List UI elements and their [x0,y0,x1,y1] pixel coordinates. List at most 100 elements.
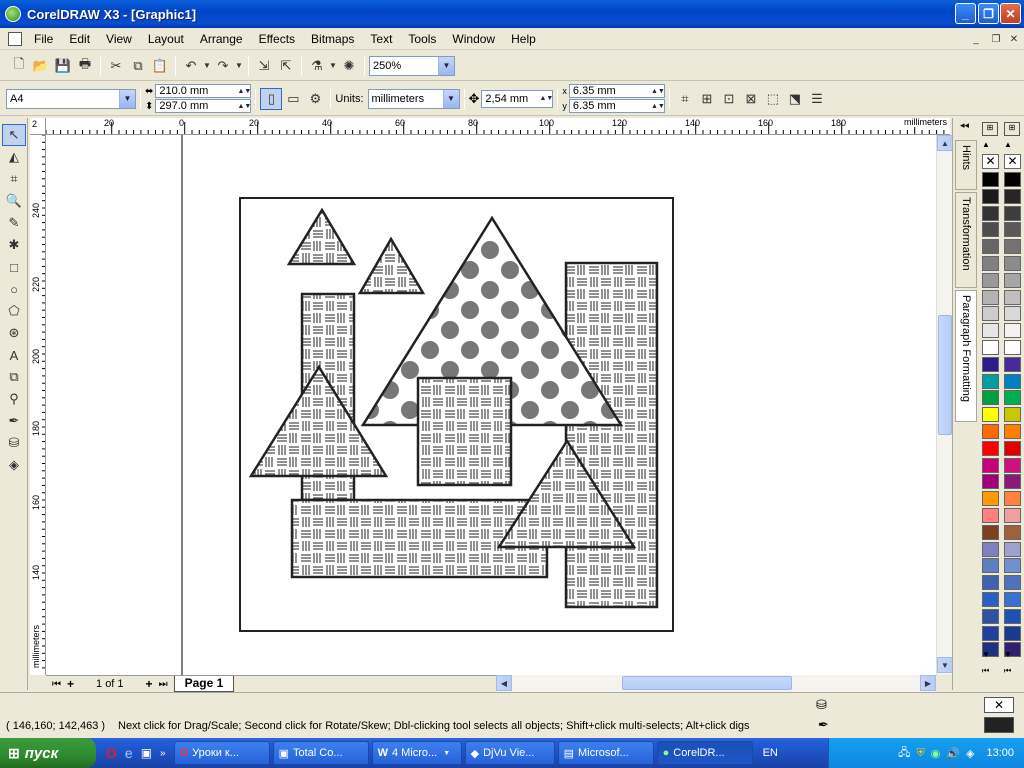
paper-width-field[interactable]: 210.0 mm ▲▼ [155,84,252,98]
landscape-icon[interactable]: ▭ [282,88,304,110]
units-combo[interactable]: millimeters ▼ [367,88,460,109]
color-swatch[interactable] [982,239,999,255]
color-swatch[interactable] [1004,289,1021,305]
save-icon[interactable]: 💾 [52,55,74,77]
color-swatch[interactable] [1004,390,1021,406]
menu-bitmaps[interactable]: Bitmaps [303,32,362,46]
page-tab[interactable]: Page 1 [173,676,235,692]
scroll-left-icon[interactable]: ◀ [496,675,512,691]
horizontal-ruler[interactable]: 20 0 20 40 60 80 100 120 140 160 180 mil… [46,118,950,135]
undo-icon[interactable]: ↶ [180,55,202,77]
color-swatch[interactable] [982,625,999,641]
tray-misc-icon[interactable]: ◈ [966,747,974,760]
center-square[interactable] [416,376,513,487]
fill-color-swatch[interactable]: ✕ [984,697,1014,713]
vertical-scrollbar[interactable]: ▲ ▼ [936,135,953,675]
snap-objects-icon[interactable]: ⊡ [718,88,740,110]
print-icon[interactable]: 🖶 [74,55,96,77]
color-swatch[interactable] [1004,625,1021,641]
tray-volume-icon[interactable]: 🔊 [946,747,960,760]
menu-effects[interactable]: Effects [251,32,303,46]
palette-menu-icon[interactable]: ⊞ [982,122,998,136]
color-swatch[interactable] [1004,340,1021,355]
color-swatch[interactable] [982,222,999,238]
options-icon[interactable]: ☰ [806,88,828,110]
interactive-fill-icon[interactable]: ◈ [2,454,26,476]
shape-tool-icon[interactable]: ◭ [2,146,26,168]
palette-scroll-up-icon[interactable]: ▲ [1004,140,1012,149]
color-swatch[interactable] [982,306,999,322]
language-indicator[interactable]: EN [763,747,778,759]
outline-color-swatch[interactable] [984,717,1014,733]
task-button-active[interactable]: ● CorelDR... [656,741,753,765]
color-swatch[interactable] [1004,373,1021,389]
color-swatch[interactable] [1004,424,1021,439]
palette-menu-icon[interactable]: ⊞ [1004,122,1020,136]
menu-edit[interactable]: Edit [61,32,98,46]
spin-arrows-icon[interactable]: ▲▼ [651,85,665,97]
new-icon[interactable]: 🗋 [8,55,30,77]
ruler-corner[interactable]: 2 [30,118,46,135]
first-page-icon[interactable]: ⏮ [52,679,61,690]
scroll-down-icon[interactable]: ▼ [937,657,953,673]
fill-tool-icon[interactable]: ⛁ [2,432,26,454]
task-button[interactable]: O Уроки к... [173,741,270,765]
color-swatch[interactable] [982,188,999,204]
vertical-bar-right[interactable] [564,261,659,609]
color-swatch[interactable] [982,390,999,406]
color-swatch[interactable] [1004,608,1021,624]
color-swatch[interactable] [982,592,999,607]
tab-hints[interactable]: Hints [955,140,977,190]
menu-help[interactable]: Help [503,32,544,46]
task-button[interactable]: ▤ Microsof... [557,741,654,765]
last-page-icon[interactable]: ⏭ [159,679,168,690]
pick-tool-icon[interactable]: ↖ [2,124,26,146]
paper-height-field[interactable]: 297.0 mm ▲▼ [155,99,252,113]
color-swatch[interactable] [982,575,999,591]
color-swatch[interactable] [982,474,999,490]
color-swatch[interactable] [982,524,999,540]
task-button[interactable]: ◆ DjVu Vie... [464,741,555,765]
scroll-right-icon[interactable]: ▶ [920,675,936,691]
color-swatch[interactable] [1004,541,1021,557]
tray-network-icon[interactable]: 🖧 [898,744,910,763]
minimize-button[interactable]: _ [955,3,976,24]
horizontal-scroll-thumb[interactable] [622,676,792,690]
coreldraw-app-icon[interactable] [5,6,21,22]
palette-scroll-up-icon[interactable]: ▲ [982,140,990,149]
disk-quicklaunch-icon[interactable]: ▣ [141,746,152,760]
color-swatch[interactable] [1004,474,1021,490]
spin-arrows-icon[interactable]: ▲▼ [540,93,554,105]
menu-window[interactable]: Window [444,32,503,46]
redo-icon[interactable]: ↷ [212,55,234,77]
color-swatch[interactable] [1004,205,1021,221]
palette-expand-icon[interactable]: ⏮ [1004,666,1011,676]
spin-arrows-icon[interactable]: ▲▼ [237,85,251,97]
tray-shield-icon[interactable]: ⛨ [916,747,924,760]
menu-view[interactable]: View [98,32,140,46]
color-swatch[interactable] [1004,575,1021,591]
outline-tool-icon[interactable]: ✒ [2,410,26,432]
color-swatch[interactable] [982,272,999,288]
docker-collapse-icon[interactable]: ◂◂ [960,120,969,131]
quicklaunch-more-icon[interactable]: » [160,748,166,759]
snap-guidelines-icon[interactable]: ⊞ [696,88,718,110]
zoom-levels-combo[interactable]: 250% ▼ [369,55,455,76]
chevron-down-icon[interactable]: ▼ [438,56,454,75]
dynamic-guides-icon[interactable]: ⊠ [740,88,762,110]
no-color-swatch[interactable]: ✕ [982,154,999,169]
paper-type-combo[interactable]: A4 ▼ [6,88,136,109]
cut-icon[interactable]: ✂ [105,55,127,77]
color-swatch[interactable] [1004,356,1021,372]
draw-object-icon[interactable]: ⬔ [784,88,806,110]
color-swatch[interactable] [1004,558,1021,574]
doc-restore-button[interactable]: ❐ [988,32,1004,46]
smart-fill-icon[interactable]: ✱ [2,234,26,256]
snap-grid-icon[interactable]: ⌗ [674,88,696,110]
spin-arrows-icon[interactable]: ▲▼ [651,100,665,112]
zoom-tool-icon[interactable]: 🔍 [2,190,26,212]
color-swatch[interactable] [1004,272,1021,288]
color-swatch[interactable] [1004,323,1021,339]
open-icon[interactable]: 📂 [30,55,52,77]
color-swatch[interactable] [982,424,999,439]
